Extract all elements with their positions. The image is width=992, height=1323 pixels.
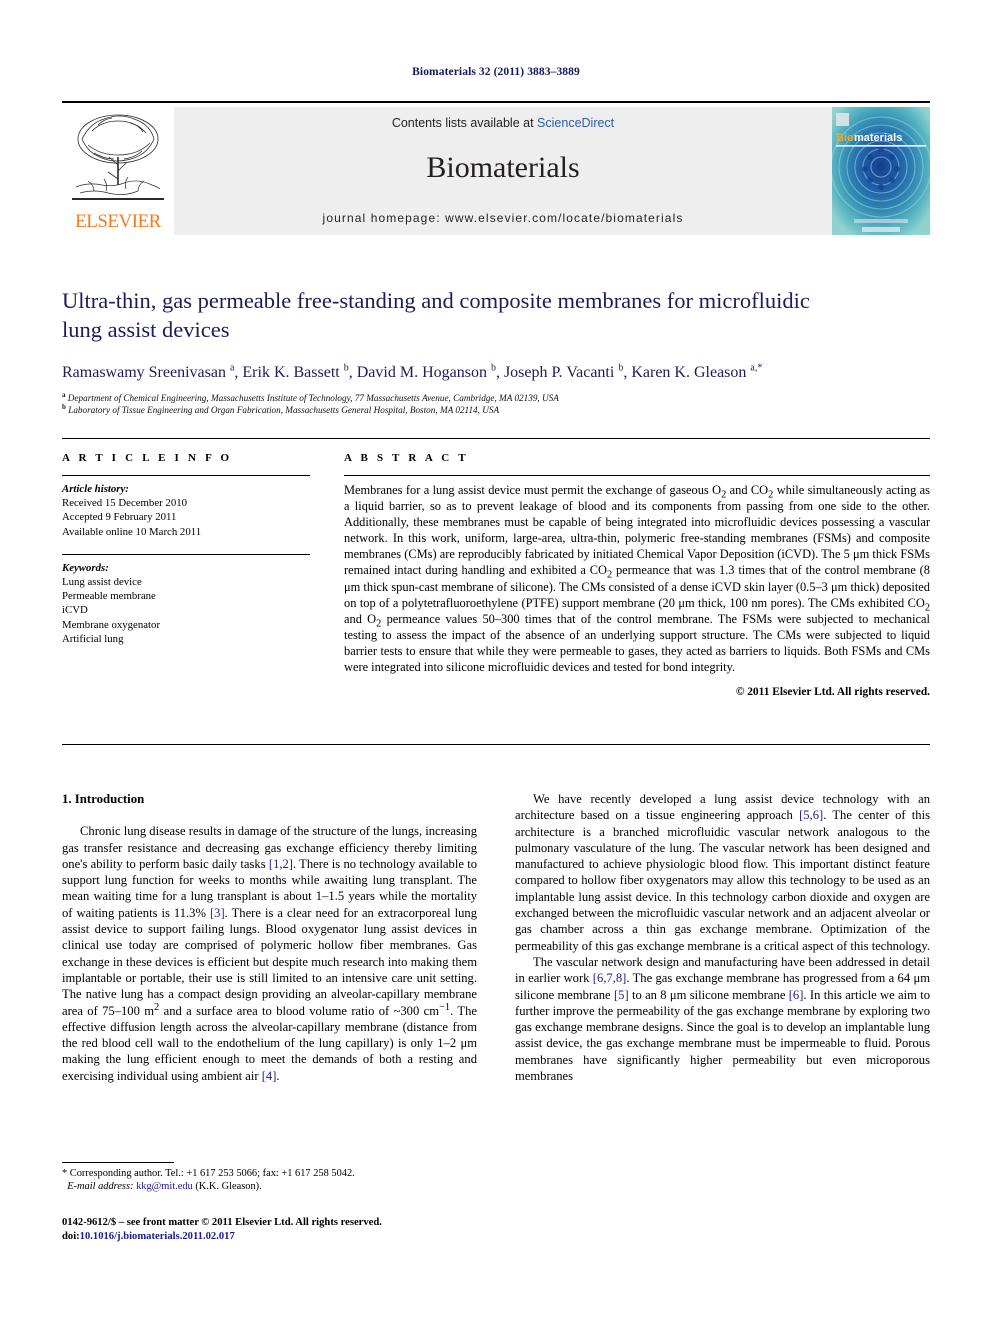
cover-artwork: Bio materials (832, 107, 930, 235)
elsevier-tree-icon (72, 114, 164, 200)
journal-masthead: ELSEVIER Contents lists available at Sci… (62, 101, 930, 237)
affiliations: a Department of Chemical Engineering, Ma… (62, 390, 930, 416)
elsevier-logo: ELSEVIER (62, 107, 174, 235)
issn-line: 0142-9612/$ – see front matter © 2011 El… (62, 1217, 382, 1228)
corresponding-author-line: * Corresponding author. Tel.: +1 617 253… (62, 1168, 355, 1179)
email-line: E-mail address: kkg@mit.edu (K.K. Gleaso… (62, 1180, 477, 1193)
intro-paragraph-1: Chronic lung disease results in damage o… (62, 824, 478, 1083)
keyword-item: Artificial lung (62, 632, 124, 645)
article-info-heading: A R T I C L E I N F O (62, 452, 233, 464)
email-owner: (K.K. Gleason). (195, 1181, 262, 1193)
body-column-right: We have recently developed a lung assist… (515, 791, 930, 1084)
doi-line: doi:10.1016/j.biomaterials.2011.02.017 (62, 1230, 502, 1244)
contents-available-line: Contents lists available at ScienceDirec… (174, 116, 832, 130)
doi-link[interactable]: 10.1016/j.biomaterials.2011.02.017 (80, 1231, 235, 1242)
cover-title-b: materials (854, 132, 902, 144)
elsevier-wordmark: ELSEVIER (75, 211, 161, 232)
article-history-label: Article history: (62, 483, 129, 495)
journal-cover-thumbnail: Bio materials (832, 107, 930, 235)
history-received: Received 15 December 2010 (62, 497, 188, 510)
cover-title-a: Bio (836, 132, 854, 144)
keyword-item: Membrane oxygenator (62, 618, 161, 631)
sciencedirect-link[interactable]: ScienceDirect (537, 116, 614, 130)
keyword-item: Permeable membrane (62, 590, 156, 603)
article-history: Article history: Received 15 December 20… (62, 482, 310, 539)
abstract-text: Membranes for a lung assist device must … (344, 483, 930, 675)
doi-label: doi: (62, 1230, 80, 1242)
history-accepted: Accepted 9 February 2011 (62, 511, 177, 524)
abstract-heading: A B S T R A C T (344, 452, 469, 464)
history-online: Available online 10 March 2011 (62, 525, 202, 538)
article-info-column: A R T I C L E I N F O Article history: R… (62, 452, 310, 646)
abstract-column: A B S T R A C T Membranes for a lung ass… (344, 452, 930, 698)
intro-paragraph-2: We have recently developed a lung assist… (515, 792, 930, 953)
affiliation-b: b Laboratory of Tissue Engineering and O… (62, 403, 500, 416)
keywords-label: Keywords: (62, 561, 109, 574)
running-head: Biomaterials 32 (2011) 3883–3889 (412, 66, 580, 78)
intro-paragraph-3: The vascular network design and manufact… (515, 954, 930, 1084)
journal-homepage-link[interactable]: journal homepage: www.elsevier.com/locat… (174, 211, 832, 225)
masthead-center: Contents lists available at ScienceDirec… (174, 107, 832, 235)
author-list: Ramaswamy Sreenivasan a, Erik K. Bassett… (62, 362, 763, 381)
journal-title: Biomaterials (426, 151, 580, 184)
info-divider (62, 475, 310, 476)
article-page: Biomaterials 32 (2011) 3883–3889 ELSEVIE… (0, 0, 992, 1323)
body-column-left: 1. Introduction Chronic lung disease res… (62, 791, 477, 1084)
keywords-list: Keywords: Lung assist device Permeable m… (62, 561, 310, 646)
abstract-copyright: © 2011 Elsevier Ltd. All rights reserved… (735, 686, 930, 699)
keywords-divider (62, 553, 310, 555)
email-label: E-mail address: (67, 1181, 134, 1193)
imprint-block: 0142-9612/$ – see front matter © 2011 El… (62, 1216, 502, 1243)
article-title: Ultra-thin, gas permeable free-standing … (62, 288, 810, 342)
email-link[interactable]: kkg@mit.edu (136, 1181, 193, 1192)
keyword-item: Lung assist device (62, 576, 142, 589)
contents-prefix: Contents lists available at (391, 116, 534, 130)
abstract-divider (344, 475, 930, 476)
section-title-introduction: 1. Introduction (62, 792, 145, 806)
footnote-divider (62, 1162, 174, 1163)
keyword-item: iCVD (62, 604, 88, 617)
corresponding-author-footnote: * Corresponding author. Tel.: +1 617 253… (62, 1162, 477, 1194)
affiliation-a: a Department of Chemical Engineering, Ma… (62, 390, 559, 403)
